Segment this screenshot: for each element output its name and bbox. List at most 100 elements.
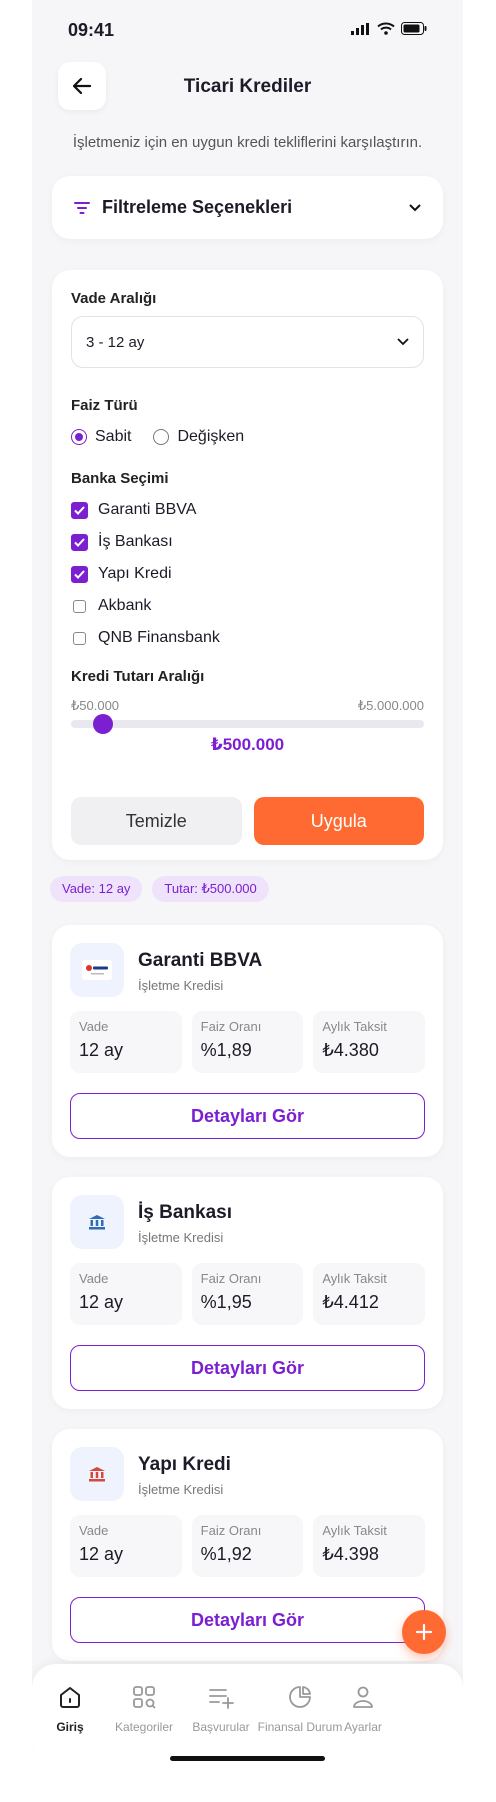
stat-value: ₺4.398 [322,1544,379,1564]
bottom-tab-bar: Giriş Kategoriler Başvurular Finansal Du… [32,1664,463,1772]
page-title: Ticari Krediler [183,76,312,97]
bank-building-icon [70,1195,124,1249]
slider-thumb[interactable] [92,714,113,734]
radio-selected-icon [71,429,87,445]
home-indicator [170,1756,325,1761]
stat-label: Faiz Oranı [200,1019,262,1034]
tab-settings[interactable]: Ayarlar [323,1684,403,1734]
filter-chip[interactable]: Vade: 12 ay [50,876,143,902]
checkbox-checked-icon [71,533,88,551]
rate-option-variable[interactable]: Değişken [153,428,244,446]
details-button[interactable]: Detayları Gör [70,1597,425,1643]
stat-installment: Aylık Taksit ₺4.398 [313,1515,426,1577]
stat-value: ₺4.380 [322,1040,379,1060]
amount-label: Kredi Tutarı Aralığı [71,668,205,685]
term-select-value: 3 - 12 ay [86,333,145,351]
tab-label: Giriş [56,1720,84,1734]
stat-installment: Aylık Taksit ₺4.380 [313,1011,426,1073]
filter-actions: Temizle Uygula [71,797,424,845]
term-select[interactable]: 3 - 12 ay [71,316,424,368]
stat-rate: Faiz Oranı %1,92 [191,1515,304,1577]
bank-name: Yapı Kredi [138,1454,231,1475]
battery-icon [401,22,427,35]
wifi-icon [377,22,395,35]
phone-screen: 09:41 Ticari Krediler İşletmeniz için en… [32,0,463,1772]
stat-value: 12 ay [79,1544,124,1564]
filter-chip[interactable]: Tutar: ₺500.000 [152,876,269,902]
amount-min: ₺50.000 [71,698,120,713]
user-icon [353,1686,373,1708]
clear-button[interactable]: Temizle [71,797,242,845]
filter-panel: Vade Aralığı 3 - 12 ay Faiz Türü Sabit D… [52,270,443,860]
checkbox-checked-icon [71,565,88,583]
details-button[interactable]: Detayları Gör [70,1093,425,1139]
pie-chart-icon [289,1686,311,1708]
loan-type: İşletme Kredisi [138,978,224,993]
bank-checkbox-yapikredi[interactable]: Yapı Kredi [71,565,172,583]
garanti-logo [70,943,124,997]
stat-label: Aylık Taksit [322,1019,387,1034]
stat-value: %1,89 [200,1040,252,1060]
bank-building-icon [70,1447,124,1501]
loan-type: İşletme Kredisi [138,1482,224,1497]
stat-value: %1,95 [200,1292,252,1312]
home-icon [60,1687,80,1708]
stat-term: Vade 12 ay [70,1263,182,1325]
stat-label: Aylık Taksit [322,1271,387,1286]
loan-stats: Vade 12 ay Faiz Oranı %1,95 Aylık Taksit ₺4… [70,1263,426,1325]
loan-type: İşletme Kredisi [138,1230,224,1245]
bank-name: Garanti BBVA [138,950,263,971]
rate-option-fixed[interactable]: Sabit [71,428,131,446]
chevron-down-icon [397,338,409,346]
loan-stats: Vade 12 ay Faiz Oranı %1,89 Aylık Taksit ₺4… [70,1011,426,1073]
amount-max: ₺5.000.000 [357,698,424,713]
bank-checkbox-akbank[interactable]: Akbank [71,597,151,615]
stat-rate: Faiz Oranı %1,89 [191,1011,304,1073]
filter-toggle[interactable]: Filtreleme Seçenekleri [52,176,443,239]
plus-icon [415,1623,433,1641]
stat-installment: Aylık Taksit ₺4.412 [313,1263,426,1325]
chevron-down-icon [409,203,421,211]
loan-card: Yapı Kredi İşletme Kredisi Vade 12 ay Fai… [52,1429,443,1661]
stat-value: 12 ay [79,1292,124,1312]
stat-label: Vade [79,1019,109,1034]
amount-range-labels: ₺50.000 ₺5.000.000 [71,698,424,714]
bank-checkbox-label: QNB Finansbank [98,629,220,646]
tab-categories[interactable]: Kategoriler [104,1684,184,1734]
stat-term: Vade 12 ay [70,1515,182,1577]
bank-checkbox-isbank[interactable]: İş Bankası [71,533,173,551]
bank-checkbox-label: Yapı Kredi [98,565,172,582]
tab-home[interactable]: Giriş [32,1684,110,1734]
tab-label: Ayarlar [344,1720,382,1734]
details-button[interactable]: Detayları Gör [70,1345,425,1391]
stat-label: Vade [79,1523,109,1538]
stat-value: ₺4.412 [322,1292,379,1312]
status-bar: 09:41 [32,0,463,56]
page-subtitle: İşletmeniz için en uygun kredi teklifler… [72,134,423,151]
apply-button[interactable]: Uygula [253,797,424,845]
bank-checkbox-label: Akbank [98,597,152,614]
amount-slider[interactable] [71,714,424,734]
tab-applications[interactable]: Başvurular [181,1684,261,1734]
bank-name: İş Bankası [138,1202,232,1223]
checkbox-unchecked-icon [73,631,86,645]
tab-label: Kategoriler [114,1720,174,1734]
add-fab-button[interactable] [402,1610,446,1654]
bank-checkbox-label: İş Bankası [98,533,173,550]
checkbox-checked-icon [71,501,88,519]
add-list-icon [209,1689,234,1709]
bank-checkbox-label: Garanti BBVA [98,501,197,518]
status-time: 09:41 [68,20,115,40]
filter-toggle-label: Filtreleme Seçenekleri [102,197,293,217]
rate-radio-group: Sabit Değişken [71,428,244,446]
filter-icon [74,201,90,214]
loan-card: Garanti BBVA İşletme Kredisi Vade 12 ay F… [52,925,443,1157]
loan-stats: Vade 12 ay Faiz Oranı %1,92 Aylık Taksit ₺4… [70,1515,426,1577]
loan-card: İş Bankası İşletme Kredisi Vade 12 ay Fai… [52,1177,443,1409]
bank-checkbox-qnb[interactable]: QNB Finansbank [71,629,220,647]
stat-value: 12 ay [79,1040,124,1060]
stat-label: Vade [79,1271,109,1286]
status-icons [351,22,427,35]
stat-value: %1,92 [200,1544,252,1564]
bank-checkbox-garanti[interactable]: Garanti BBVA [71,501,196,519]
